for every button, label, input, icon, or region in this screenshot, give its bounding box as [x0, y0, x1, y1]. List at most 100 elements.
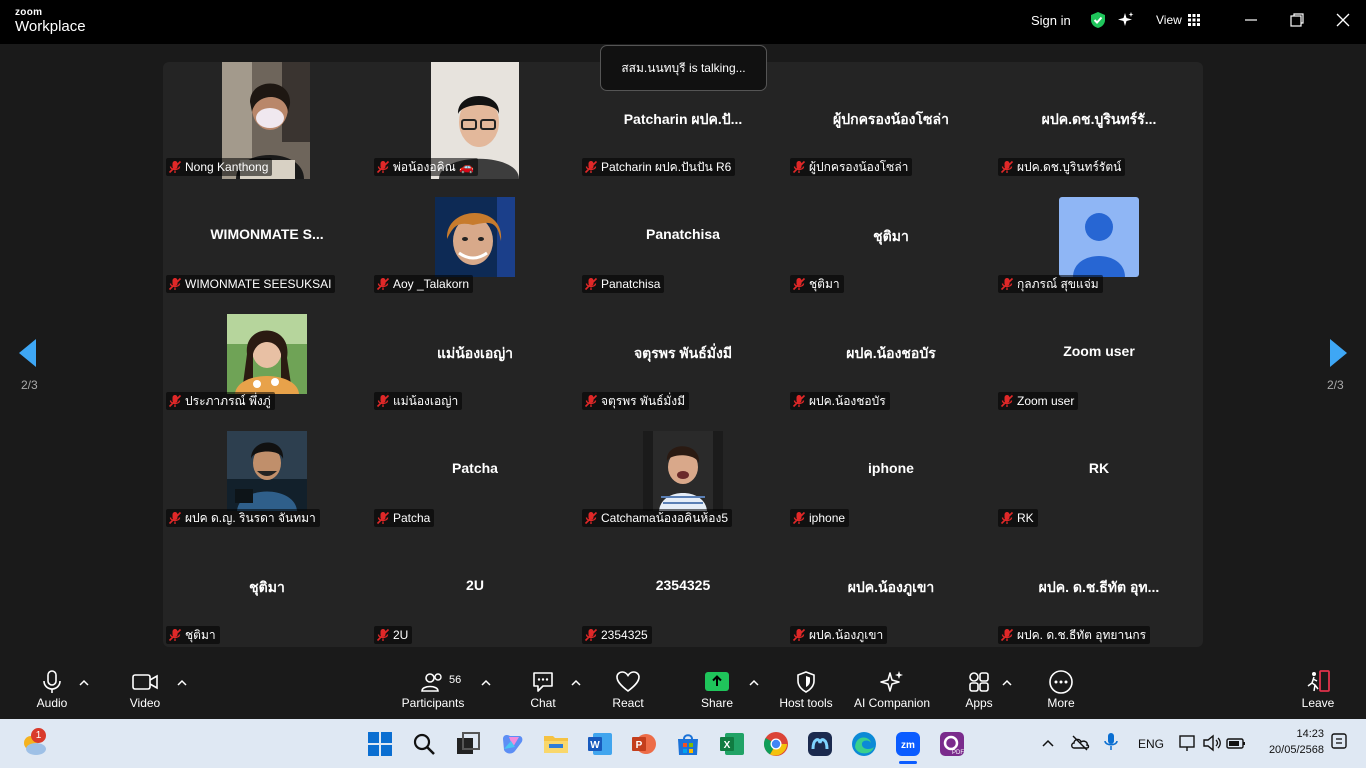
battery-icon[interactable] [1226, 734, 1246, 752]
search-icon[interactable] [411, 731, 437, 757]
participant-tile[interactable]: Panatchisa Panatchisa [579, 179, 787, 296]
participant-name-label: Aoy _Talakorn [374, 275, 474, 293]
muted-microphone-icon [584, 277, 598, 291]
chrome-icon[interactable] [763, 731, 789, 757]
muted-microphone-icon [584, 394, 598, 408]
participant-tile[interactable]: Zoom user Zoom user [995, 296, 1203, 413]
participant-tile[interactable]: Catchamaน้องอคินห้อง5 [579, 413, 787, 530]
participant-tile[interactable]: ผปค. ด.ช.ธีทัต อุท... ผปค. ด.ช.ธีทัต อุทย… [995, 530, 1203, 647]
previous-page-arrow-icon[interactable] [18, 338, 38, 368]
close-icon[interactable] [1335, 12, 1351, 28]
participant-name-label: ประภาภรณ์ พึ่งภู่ [166, 392, 275, 410]
share-options-chevron-up-icon[interactable] [749, 678, 759, 688]
participant-tile[interactable]: RK RK [995, 413, 1203, 530]
share-button[interactable]: Share [699, 660, 735, 719]
ai-companion-button[interactable]: AI Companion [853, 660, 931, 719]
participant-name-label: Panatchisa [582, 275, 665, 293]
react-button[interactable]: React [610, 660, 646, 719]
participant-tile[interactable]: กุลภรณ์ สุขแจ่ม [995, 179, 1203, 296]
participant-tile[interactable]: จตุรพร พันธ์มั่งมี จตุรพร พันธ์มั่งมี [579, 296, 787, 413]
participant-tile[interactable]: ชุติมา ชุติมา [787, 179, 995, 296]
leave-button[interactable]: Leave [1300, 660, 1336, 719]
participant-tile[interactable]: Aoy _Talakorn [371, 179, 579, 296]
video-button[interactable]: Video [124, 660, 166, 719]
edge-icon[interactable] [851, 731, 877, 757]
chat-button[interactable]: Chat [527, 660, 559, 719]
participants-options-chevron-up-icon[interactable] [481, 678, 491, 688]
next-page-arrow-icon[interactable] [1328, 338, 1348, 368]
participant-tile[interactable]: พ่อน้องอคิณ 🚗 [371, 62, 579, 179]
apps-options-chevron-up-icon[interactable] [1002, 678, 1012, 688]
notification-bell-icon[interactable] [1330, 732, 1350, 752]
windows-start-icon[interactable] [367, 731, 393, 757]
minimize-icon[interactable] [1243, 12, 1259, 28]
chat-bubble-icon [533, 672, 553, 692]
microsoft-store-icon[interactable] [675, 731, 701, 757]
restore-icon[interactable] [1289, 12, 1305, 28]
participant-tile[interactable]: ชุติมา ชุติมา [163, 530, 371, 647]
audio-options-chevron-up-icon[interactable] [79, 678, 89, 688]
chat-options-chevron-up-icon[interactable] [571, 678, 581, 688]
participant-tile[interactable]: Patcha Patcha [371, 413, 579, 530]
more-button[interactable]: More [1044, 660, 1078, 719]
participant-name-text: Catchamaน้องอคินห้อง5 [601, 510, 729, 525]
view-button[interactable]: View [1156, 13, 1200, 27]
participant-video [1059, 197, 1139, 277]
security-shield-icon[interactable] [1089, 11, 1107, 29]
participant-name-text: แม่น้องเอญ่า [393, 393, 459, 408]
ai-sparkle-icon[interactable] [1117, 11, 1135, 29]
host-tools-button[interactable]: Host tools [778, 660, 834, 719]
participant-tile[interactable]: ผปค.น้องชอบัร ผปค.น้องชอบัร [787, 296, 995, 413]
tray-microphone-icon[interactable] [1104, 732, 1118, 752]
volume-icon[interactable] [1202, 733, 1222, 753]
tray-chevron-up-icon[interactable] [1042, 738, 1054, 748]
leave-door-icon [1307, 670, 1330, 692]
participant-display-name: 2U [466, 577, 484, 593]
excel-icon[interactable]: X [719, 731, 745, 757]
clock-date[interactable]: 20/05/2568 [1258, 744, 1324, 756]
apps-icon [969, 672, 989, 692]
clock-time[interactable]: 14:23 [1268, 728, 1324, 740]
participant-video [643, 431, 723, 511]
participant-name-text: ผปค. ด.ช.ธีทัต อุทยานกร [1017, 627, 1147, 642]
participant-tile[interactable]: 2U 2U [371, 530, 579, 647]
video-options-chevron-up-icon[interactable] [177, 678, 187, 688]
apps-button[interactable]: Apps [963, 660, 995, 719]
task-view-icon[interactable] [455, 731, 481, 757]
loop-app-icon[interactable] [807, 731, 833, 757]
participant-tile[interactable]: ประภาภรณ์ พึ่งภู่ [163, 296, 371, 413]
language-indicator[interactable]: ENG [1138, 737, 1164, 751]
participant-tile[interactable]: ผปค.ดช.บูรินทร์รั... ผปค.ดช.บูรินทร์รัตน์ [995, 62, 1203, 179]
participant-display-name: ชุติมา [249, 579, 285, 595]
copilot-icon[interactable] [499, 731, 525, 757]
participants-button[interactable]: Participants [400, 660, 466, 719]
file-explorer-icon[interactable] [543, 731, 569, 757]
participant-name-label: กุลภรณ์ สุขแจ่ม [998, 275, 1103, 293]
participant-name-label: ชุติมา [790, 275, 844, 293]
participant-name-label: ผปค ด.ญ. รินรดา จันทมา [166, 509, 320, 527]
participant-name-label: แม่น้องเอญ่า [374, 392, 463, 410]
network-icon[interactable] [1178, 733, 1198, 753]
muted-microphone-icon [376, 511, 390, 525]
participant-name-text: Patcharin ผปค.ปันปัน R6 [601, 159, 732, 174]
word-icon[interactable]: W [587, 731, 613, 757]
participant-tile[interactable]: 2354325 2354325 [579, 530, 787, 647]
sign-in-link[interactable]: Sign in [1031, 13, 1071, 28]
participant-tile[interactable]: ผู้ปกครองน้องโซล่า ผู้ปกครองน้องโซล่า [787, 62, 995, 179]
audio-button[interactable]: Audio [31, 660, 73, 719]
zoom-app-icon[interactable]: zm [895, 731, 921, 757]
onedrive-cloud-icon[interactable] [1070, 733, 1090, 753]
participant-tile[interactable]: iphone iphone [787, 413, 995, 530]
muted-microphone-icon [376, 277, 390, 291]
participant-tile[interactable]: ผปค ด.ญ. รินรดา จันทมา [163, 413, 371, 530]
participant-tile[interactable]: ผปค.น้องภูเขา ผปค.น้องภูเขา [787, 530, 995, 647]
participant-name-text: WIMONMATE SEESUKSAI [185, 277, 332, 291]
participant-tile[interactable]: Nong Kanthong [163, 62, 371, 179]
powerpoint-icon[interactable]: P [631, 731, 657, 757]
participant-tile[interactable]: WIMONMATE S... WIMONMATE SEESUKSAI [163, 179, 371, 296]
participant-name-label: ผู้ปกครองน้องโซล่า [790, 158, 913, 176]
pdf-app-icon[interactable]: PDF [939, 731, 965, 757]
participant-tile[interactable]: แม่น้องเอญ่า แม่น้องเอญ่า [371, 296, 579, 413]
participant-name-label: ผปค.น้องชอบัร [790, 392, 890, 410]
muted-microphone-icon [584, 160, 598, 174]
